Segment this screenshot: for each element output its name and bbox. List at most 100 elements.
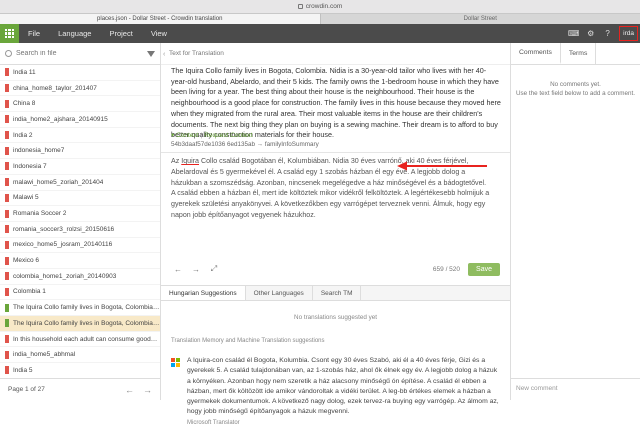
collapse-left-icon[interactable]: ‹ xyxy=(163,51,165,58)
status-marker xyxy=(5,257,9,265)
status-marker xyxy=(5,225,9,233)
gear-icon[interactable]: ⚙ xyxy=(582,24,599,43)
list-item-label: Romania Soccer 2 xyxy=(13,210,66,217)
page-indicator: Page 1 of 27 xyxy=(8,386,45,393)
list-item-label: The Iquira Collo family lives in Bogota,… xyxy=(13,304,160,311)
editor-header: Text for Translation xyxy=(161,43,510,65)
status-marker xyxy=(5,162,9,170)
arrow-left-icon[interactable]: ← xyxy=(171,262,185,276)
list-item-label: india_home2_ajshara_20140915 xyxy=(13,116,108,123)
list-item-label: china_home8_taylor_201407 xyxy=(13,85,97,92)
status-marker xyxy=(5,131,9,139)
list-item[interactable]: The Iquira Collo family lives in Bogota,… xyxy=(0,316,160,332)
list-item[interactable]: China 8 xyxy=(0,96,160,112)
list-item-label: Indonesia 7 xyxy=(13,163,47,170)
list-item-label: colombia_home1_zoriah_20140903 xyxy=(13,273,116,280)
expand-icon[interactable]: ⤢ xyxy=(207,262,221,276)
new-comment-input[interactable]: New comment xyxy=(511,378,640,400)
status-marker xyxy=(5,288,9,296)
list-item[interactable]: India 11 xyxy=(0,65,160,81)
status-marker xyxy=(5,366,9,374)
list-item[interactable]: malawi_home5_zoriah_201404 xyxy=(0,175,160,191)
context-link[interactable]: ▾ Context xyxy=(171,132,198,139)
search-input[interactable] xyxy=(16,50,143,57)
list-item[interactable]: china_home8_taylor_201407 xyxy=(0,81,160,97)
list-item-label: India 5 xyxy=(13,367,33,374)
tm-source: Microsoft Translator xyxy=(187,420,502,426)
url-text: crowdin.com xyxy=(306,3,342,10)
tm-suggestion[interactable]: A Iquira-con család él Bogota, Kolumbia.… xyxy=(171,356,502,426)
tab-other-languages[interactable]: Other Languages xyxy=(246,286,313,300)
list-item[interactable]: mexico_home5_josram_20140116 xyxy=(0,238,160,254)
status-marker xyxy=(5,351,9,359)
prev-page-icon[interactable]: ← xyxy=(125,385,134,395)
status-marker xyxy=(5,100,9,108)
tab-comments[interactable]: Comments xyxy=(511,43,561,64)
status-marker xyxy=(5,241,9,249)
browser-tab-active[interactable]: places.json - Dollar Street - Crowdin tr… xyxy=(0,13,320,24)
list-item[interactable]: India 2 xyxy=(0,128,160,144)
save-button[interactable]: Save xyxy=(468,263,500,276)
microsoft-logo-icon xyxy=(171,358,180,367)
list-item-label: India 11 xyxy=(13,69,36,76)
status-marker xyxy=(5,115,9,123)
menu-file[interactable]: File xyxy=(19,29,49,38)
tab-terms[interactable]: Terms xyxy=(561,43,597,64)
list-item[interactable]: In this household each adult can consume… xyxy=(0,332,160,348)
status-marker xyxy=(5,84,9,92)
list-item-label: Malawi 5 xyxy=(13,194,39,201)
list-item-label: mexico_home5_josram_20140116 xyxy=(13,241,112,248)
menu-project[interactable]: Project xyxy=(100,29,141,38)
context-links: ▾ Context|Request Context xyxy=(171,131,253,139)
user-menu-button[interactable]: irda xyxy=(619,26,638,41)
list-item[interactable]: indonesia_home7 xyxy=(0,143,160,159)
status-marker xyxy=(5,68,9,76)
list-item[interactable]: Romania Soccer 2 xyxy=(0,206,160,222)
list-item-label: China 8 xyxy=(13,100,35,107)
char-counter: 659 / 520 xyxy=(433,266,460,273)
list-item[interactable]: colombia_home1_zoriah_20140903 xyxy=(0,269,160,285)
list-item[interactable]: Malawi 5 xyxy=(0,191,160,207)
browser-tab-dollar-street[interactable]: Dollar Street xyxy=(320,13,640,24)
editor-toolbar: ← → ⤢ 659 / 520 Save xyxy=(171,260,500,278)
browser-chrome: crowdin.com places.json - Dollar Street … xyxy=(0,0,640,24)
list-item-label: indonesia_home7 xyxy=(13,147,64,154)
list-item[interactable]: Mexico 6 xyxy=(0,253,160,269)
filter-icon[interactable] xyxy=(147,51,155,57)
suggestion-tabs: Hungarian Suggestions Other Languages Se… xyxy=(161,285,510,301)
help-icon[interactable]: ? xyxy=(599,24,616,43)
menu-view[interactable]: View xyxy=(142,29,176,38)
list-item-label: Colombia 1 xyxy=(13,288,46,295)
source-text: The Iquira Collo family lives in Bogota,… xyxy=(171,66,501,141)
list-item[interactable]: india_home5_abhmal xyxy=(0,347,160,363)
address-bar[interactable]: crowdin.com xyxy=(0,0,640,13)
pager: Page 1 of 27 ← → xyxy=(0,378,160,400)
tab-search-tm[interactable]: Search TM xyxy=(313,286,362,300)
status-marker xyxy=(5,319,9,327)
list-item[interactable]: The Iquira Collo family lives in Bogota,… xyxy=(0,300,160,316)
list-item[interactable]: Colombia 1 xyxy=(0,285,160,301)
request-context-link[interactable]: Request Context xyxy=(204,132,252,139)
status-marker xyxy=(5,178,9,186)
keyboard-icon[interactable]: ⌨ xyxy=(565,24,582,43)
list-item[interactable]: india_home2_ajshara_20140915 xyxy=(0,112,160,128)
tab-hungarian-suggestions[interactable]: Hungarian Suggestions xyxy=(161,286,246,300)
list-item[interactable]: romania_soccer3_rolzsi_20150616 xyxy=(0,222,160,238)
status-marker xyxy=(5,272,9,280)
list-item[interactable]: Indonesia 7 xyxy=(0,159,160,175)
comments-panel: Comments Terms No comments yet. Use the … xyxy=(511,43,640,400)
annotation-arrow-icon xyxy=(397,161,487,171)
status-marker xyxy=(5,194,9,202)
list-item-label: india_home5_abhmal xyxy=(13,351,75,358)
list-item[interactable]: India 5 xyxy=(0,363,160,378)
string-list: India 11 china_home8_taylor_201407 China 8… xyxy=(0,65,160,378)
arrow-right-icon[interactable]: → xyxy=(189,262,203,276)
list-item-label: romania_soccer3_rolzsi_20150616 xyxy=(13,226,114,233)
tm-header: Translation Memory and Machine Translati… xyxy=(171,338,325,344)
string-key: 54b3daaf57de1036 6ed135ab → familyInfoSu… xyxy=(171,141,319,148)
apps-grid-icon[interactable] xyxy=(0,24,19,43)
menu-language[interactable]: Language xyxy=(49,29,100,38)
next-page-icon[interactable]: → xyxy=(143,385,152,395)
list-item-label: Mexico 6 xyxy=(13,257,39,264)
editor-panel: ‹ Text for Translation The Iquira Collo … xyxy=(161,43,511,400)
